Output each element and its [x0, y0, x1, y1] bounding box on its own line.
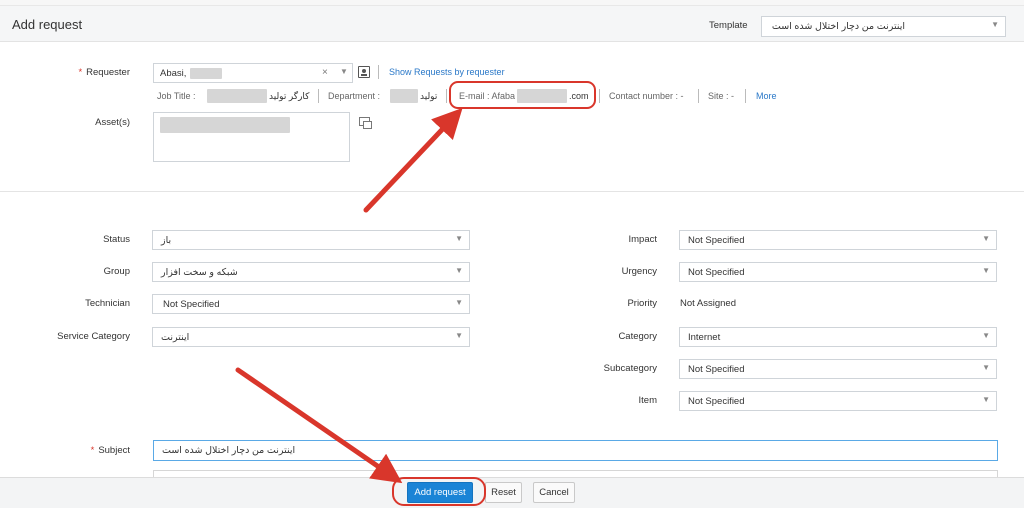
separator [745, 89, 746, 103]
impact-select[interactable]: Not Specified ▼ [679, 230, 997, 250]
chevron-down-icon: ▼ [455, 331, 463, 340]
redacted-department [390, 89, 418, 103]
status-select[interactable]: باز ▼ [152, 230, 470, 250]
cancel-button[interactable]: Cancel [533, 482, 575, 503]
assets-list[interactable] [153, 112, 350, 162]
category-value: Internet [688, 332, 721, 343]
subject-label: * Subject [90, 445, 130, 456]
redacted-asset [160, 117, 290, 133]
required-marker: * [90, 445, 95, 456]
status-value: باز [161, 235, 172, 246]
urgency-select[interactable]: Not Specified ▼ [679, 262, 997, 282]
required-marker: * [78, 67, 83, 78]
assets-label: Asset(s) [95, 117, 130, 128]
subject-input[interactable]: اینترنت من دچار اختلال شده است [153, 440, 998, 461]
technician-value: Not Specified [163, 299, 220, 310]
separator [599, 89, 600, 103]
department-value: تولید [420, 91, 438, 101]
category-label: Category [618, 331, 657, 342]
chevron-down-icon: ▼ [982, 363, 990, 372]
template-label: Template [709, 20, 748, 31]
department-label: Department : [328, 91, 381, 101]
priority-label: Priority [627, 298, 657, 309]
job-title-value: کارگر تولید [269, 91, 310, 101]
subcategory-label: Subcategory [603, 363, 657, 374]
reset-button[interactable]: Reset [485, 482, 522, 503]
group-value: شبکه و سخت افزار [161, 267, 238, 278]
contact-card-icon[interactable] [358, 66, 370, 78]
subject-value: اینترنت من دچار اختلال شده است [162, 445, 296, 456]
chevron-down-icon: ▼ [455, 266, 463, 275]
technician-select[interactable]: Not Specified ▼ [152, 294, 470, 314]
template-select-value: اینترنت من دچار اختلال شده است [771, 21, 905, 32]
show-requests-link[interactable]: Show Requests by requester [389, 67, 505, 77]
contact-number-label: Contact number : - [609, 91, 684, 101]
chevron-down-icon: ▼ [982, 266, 990, 275]
more-link[interactable]: More [756, 91, 777, 101]
group-label: Group [103, 266, 130, 277]
site-label: Site : - [708, 91, 735, 101]
clear-icon[interactable]: × [322, 67, 328, 78]
technician-label: Technician [85, 298, 130, 309]
urgency-label: Urgency [621, 266, 657, 277]
page-title: Add request [12, 17, 83, 32]
status-label: Status [103, 234, 130, 245]
separator [318, 89, 319, 103]
chevron-down-icon[interactable]: ▼ [340, 67, 348, 76]
section-divider [0, 191, 1024, 192]
requester-label: * Requester [78, 67, 130, 78]
asset-picker-icon[interactable] [359, 117, 372, 129]
service-category-label: Service Category [57, 331, 130, 342]
item-select[interactable]: Not Specified ▼ [679, 391, 997, 411]
email-highlight [449, 81, 596, 109]
chevron-down-icon: ▼ [982, 331, 990, 340]
subcategory-select[interactable]: Not Specified ▼ [679, 359, 997, 379]
chevron-down-icon: ▼ [991, 20, 999, 29]
arrow-to-email [363, 107, 463, 213]
service-category-value: اینترنت [161, 332, 190, 343]
item-value: Not Specified [688, 396, 745, 407]
chevron-down-icon: ▼ [455, 298, 463, 307]
template-select[interactable]: اینترنت من دچار اختلال شده است ▼ [761, 16, 1006, 37]
separator [378, 65, 379, 79]
urgency-value: Not Specified [688, 267, 745, 278]
add-request-highlight [392, 477, 486, 506]
impact-value: Not Specified [688, 235, 745, 246]
chevron-down-icon: ▼ [982, 395, 990, 404]
subcategory-value: Not Specified [688, 364, 745, 375]
job-title-label: Job Title : [157, 91, 196, 101]
group-select[interactable]: شبکه و سخت افزار ▼ [152, 262, 470, 282]
requester-input[interactable]: Abasi, × ▼ [153, 63, 353, 83]
redacted-job [207, 89, 267, 103]
category-select[interactable]: Internet ▼ [679, 327, 997, 347]
impact-label: Impact [628, 234, 657, 245]
chevron-down-icon: ▼ [982, 234, 990, 243]
separator [698, 89, 699, 103]
redacted-name [190, 68, 222, 79]
chevron-down-icon: ▼ [455, 234, 463, 243]
service-category-select[interactable]: اینترنت ▼ [152, 327, 470, 347]
separator [446, 89, 447, 103]
priority-value: Not Assigned [680, 298, 736, 309]
item-label: Item [638, 395, 657, 406]
requester-value: Abasi, [160, 68, 187, 79]
